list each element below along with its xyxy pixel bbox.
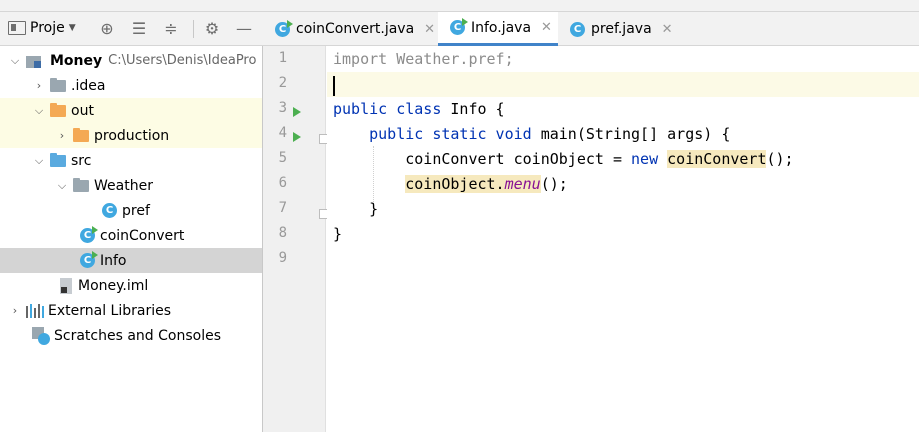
tree-item-out[interactable]: ⌵ out <box>0 98 262 123</box>
tree-item-pref[interactable]: C pref <box>0 198 262 223</box>
tab-label: Info.java <box>471 19 532 36</box>
iml-file-icon <box>60 277 72 294</box>
tree-item-label: External Libraries <box>48 302 171 319</box>
module-icon <box>26 54 46 68</box>
tree-item-label: Money.iml <box>78 277 149 294</box>
tree-item-label: production <box>94 127 170 144</box>
tree-item-external-libraries[interactable]: › External Libraries <box>0 298 262 323</box>
gear-icon[interactable]: ⚙ <box>201 18 223 40</box>
chevron-down-icon[interactable]: ⌵ <box>55 179 69 193</box>
class-icon: C <box>80 226 98 243</box>
chevron-down-icon[interactable]: ⌵ <box>8 54 22 68</box>
line-number: 6 <box>278 175 287 191</box>
chevron-right-icon[interactable]: › <box>32 79 46 93</box>
tree-item-label: Money <box>50 52 103 69</box>
code-line-2 <box>327 72 919 97</box>
tab-info[interactable]: C Info.java ✕ <box>438 12 558 46</box>
tab-pref[interactable]: C pref.java ✕ <box>558 12 678 46</box>
close-icon[interactable]: ✕ <box>424 22 435 37</box>
editor-tabs: C coinConvert.java ✕ C Info.java ✕ C pre… <box>263 12 919 46</box>
chevron-down-icon[interactable]: ⌵ <box>32 104 46 118</box>
code-line-1: import Weather.pref; <box>333 50 514 68</box>
line-number: 2 <box>278 75 287 91</box>
folder-icon <box>50 152 66 167</box>
line-number: 3 <box>278 100 287 116</box>
tree-item-label: Info <box>100 252 127 269</box>
tab-coinconvert[interactable]: C coinConvert.java ✕ <box>263 12 438 46</box>
folder-icon <box>73 127 89 142</box>
tree-item-label: out <box>71 102 94 119</box>
tree-item-scratches[interactable]: Scratches and Consoles <box>0 323 262 348</box>
line-number: 4 <box>278 125 287 141</box>
module-path: C:\Users\Denis\IdeaPro <box>108 53 257 68</box>
class-icon: C <box>570 21 585 37</box>
close-icon[interactable]: ✕ <box>662 22 673 37</box>
minimize-icon[interactable]: — <box>233 18 255 40</box>
scratch-icon <box>32 326 50 345</box>
class-icon: C <box>275 19 293 37</box>
tree-item-label: coinConvert <box>100 227 185 244</box>
collapse-all-icon[interactable]: ≑ <box>160 18 182 40</box>
code-line-8: } <box>333 225 343 243</box>
code-editor[interactable]: import Weather.pref; public class Info {… <box>327 46 919 432</box>
line-number: 7 <box>278 200 287 216</box>
tree-item-production[interactable]: › production <box>0 123 262 148</box>
folder-icon <box>50 77 66 92</box>
library-icon <box>26 303 44 318</box>
tab-label: coinConvert.java <box>296 21 415 37</box>
tree-item-label: .idea <box>71 77 106 94</box>
chevron-down-icon[interactable]: ⌵ <box>32 154 46 168</box>
panel-icon <box>8 21 26 35</box>
run-icon[interactable] <box>293 107 301 117</box>
project-title: Proje <box>30 20 65 36</box>
project-toolbar: Proje ▼ ⊕ ☰ ≑ ⚙ — <box>0 12 263 46</box>
folder-icon <box>50 102 66 117</box>
tree-item-money-iml[interactable]: Money.iml <box>0 273 262 298</box>
project-panel: Proje ▼ ⊕ ☰ ≑ ⚙ — ⌵ Money C:\Users\Denis… <box>0 12 263 432</box>
tree-item-weather[interactable]: ⌵ Weather <box>0 173 262 198</box>
code-line-4: public static void main(String[] args) { <box>333 125 731 143</box>
chevron-down-icon: ▼ <box>68 23 76 33</box>
code-line-5: coinConvert coinObject = new coinConvert… <box>333 150 794 168</box>
class-icon: C <box>102 203 117 218</box>
line-number: 9 <box>278 250 287 266</box>
tree-item-info[interactable]: C Info <box>0 248 262 273</box>
line-number: 5 <box>278 150 287 166</box>
tree-item-label: src <box>71 152 92 169</box>
tree-item-src[interactable]: ⌵ src <box>0 148 262 173</box>
expand-all-icon[interactable]: ☰ <box>128 18 150 40</box>
title-strip <box>0 0 919 12</box>
tree-item-coinconvert[interactable]: C coinConvert <box>0 223 262 248</box>
tree-item-label: Scratches and Consoles <box>54 327 221 344</box>
code-line-6: coinObject.menu(); <box>405 175 568 193</box>
code-line-7: } <box>333 200 379 218</box>
tree-item-label: Weather <box>94 177 153 194</box>
chevron-right-icon[interactable]: › <box>55 129 69 143</box>
tree-item-label: pref <box>122 202 150 219</box>
chevron-right-icon[interactable]: › <box>8 304 22 318</box>
tree-item-money[interactable]: ⌵ Money C:\Users\Denis\IdeaPro <box>0 48 262 73</box>
line-number: 8 <box>278 225 287 241</box>
close-icon[interactable]: ✕ <box>541 20 552 35</box>
run-icon[interactable] <box>293 132 301 142</box>
project-view-selector[interactable]: Proje ▼ <box>8 20 76 36</box>
toolbar-divider <box>193 20 194 38</box>
class-icon: C <box>80 251 98 268</box>
tab-label: pref.java <box>591 21 652 37</box>
package-icon <box>73 177 89 192</box>
editor-gutter[interactable]: 1 2 3 4 5 6 7 8 9 <box>263 46 329 432</box>
class-icon: C <box>450 18 468 35</box>
code-line-3: public class Info { <box>333 100 505 118</box>
tree-item-idea[interactable]: › .idea <box>0 73 262 98</box>
line-number: 1 <box>278 50 287 66</box>
text-caret <box>333 76 335 96</box>
locate-icon[interactable]: ⊕ <box>96 18 118 40</box>
